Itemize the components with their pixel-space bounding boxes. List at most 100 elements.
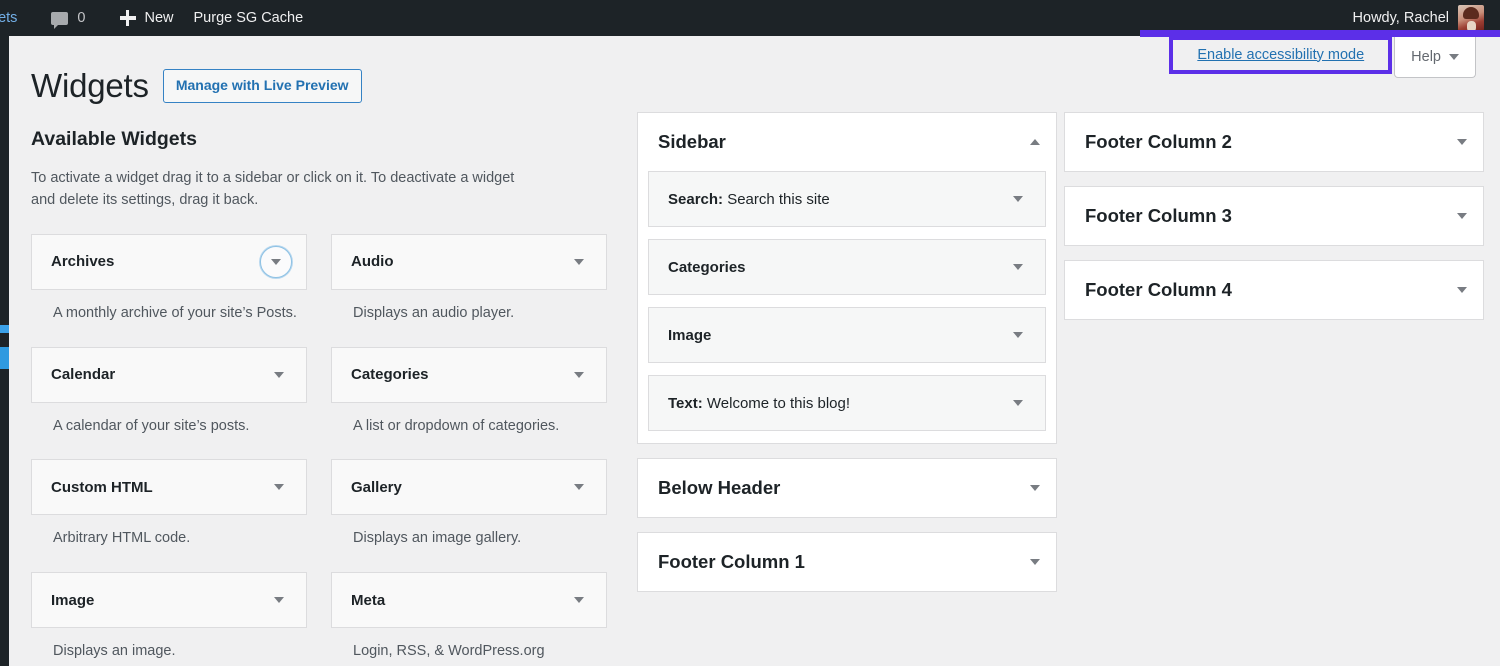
chevron-down-icon[interactable] bbox=[1457, 287, 1467, 293]
widget-expand-toggle[interactable] bbox=[266, 474, 292, 500]
chevron-down-icon bbox=[274, 484, 284, 491]
available-widget-name: Meta bbox=[351, 591, 386, 609]
sidebar-widget-label: Search: Search this site bbox=[668, 190, 830, 208]
available-widget-description: A calendar of your site’s posts. bbox=[53, 417, 250, 434]
adminbar-new-label: New bbox=[144, 10, 174, 26]
sidebar-panel-header[interactable]: Footer Column 4 bbox=[1065, 261, 1483, 319]
sidebar-panel-sidebar: Sidebar Search: Search this site Categorie… bbox=[637, 112, 1057, 444]
widget-expand-toggle[interactable] bbox=[260, 245, 292, 278]
sidebar-panel-footer-column-1: Footer Column 1 bbox=[637, 532, 1057, 592]
sidebar-widget-expand-toggle[interactable] bbox=[1007, 324, 1029, 346]
sidebar-panels-middle-column: Sidebar Search: Search this site Categorie… bbox=[637, 112, 1057, 606]
available-widget-custom-html[interactable]: Custom HTML bbox=[31, 459, 307, 516]
chevron-down-icon[interactable] bbox=[1030, 485, 1040, 491]
sidebar-widget-search[interactable]: Search: Search this site bbox=[648, 171, 1046, 227]
available-widget-name: Gallery bbox=[351, 478, 402, 496]
manage-with-live-preview-button[interactable]: Manage with Live Preview bbox=[162, 68, 362, 103]
menu-accent-upper bbox=[0, 325, 9, 333]
adminbar-site-name-label: gets bbox=[0, 10, 18, 26]
enable-accessibility-mode-link[interactable]: Enable accessibility mode bbox=[1197, 47, 1364, 63]
chevron-down-icon bbox=[271, 258, 281, 265]
sidebar-panel-body: Search: Search this site Categories Image T… bbox=[638, 171, 1056, 443]
available-widget-name: Archives bbox=[51, 253, 115, 271]
available-widget-image[interactable]: Image bbox=[31, 572, 307, 629]
sidebar-panel-title: Footer Column 3 bbox=[1085, 204, 1232, 226]
sidebar-widget-text[interactable]: Text: Welcome to this blog! bbox=[648, 375, 1046, 431]
sidebar-widget-expand-toggle[interactable] bbox=[1007, 188, 1029, 210]
sidebar-panel-footer-column-4: Footer Column 4 bbox=[1064, 260, 1484, 320]
available-widget-cell: Gallery Displays an image gallery. bbox=[331, 459, 607, 550]
sidebar-panel-title: Sidebar bbox=[658, 130, 726, 152]
chevron-down-icon bbox=[1449, 53, 1459, 60]
available-widget-cell: Meta Login, RSS, & WordPress.org bbox=[331, 572, 607, 663]
chevron-down-icon bbox=[574, 258, 584, 265]
available-widget-cell: Calendar A calendar of your site’s posts. bbox=[31, 346, 307, 438]
available-widget-calendar[interactable]: Calendar bbox=[31, 346, 307, 403]
adminbar-purge-sg-cache[interactable]: Purge SG Cache bbox=[184, 0, 314, 36]
chevron-down-icon[interactable] bbox=[1030, 559, 1040, 565]
widget-expand-toggle[interactable] bbox=[566, 474, 592, 500]
page-title: Widgets bbox=[31, 67, 149, 104]
chevron-down-icon bbox=[274, 371, 284, 378]
available-widget-meta[interactable]: Meta bbox=[331, 572, 607, 629]
available-widget-gallery[interactable]: Gallery bbox=[331, 459, 607, 516]
available-widget-cell: Image Displays an image. bbox=[31, 572, 307, 663]
chevron-down-icon[interactable] bbox=[1457, 213, 1467, 219]
comment-bubble-icon bbox=[51, 11, 69, 29]
available-widgets-heading: Available Widgets bbox=[31, 128, 197, 150]
chevron-down-icon bbox=[574, 597, 584, 604]
sidebar-panel-header[interactable]: Sidebar bbox=[638, 113, 1056, 171]
adminbar-my-account[interactable]: Howdy, Rachel bbox=[1345, 5, 1492, 31]
sidebar-panel-header[interactable]: Footer Column 1 bbox=[638, 533, 1056, 591]
sidebar-panel-header[interactable]: Footer Column 2 bbox=[1065, 113, 1483, 171]
available-widget-description: Arbitrary HTML code. bbox=[53, 530, 191, 547]
admin-menu-edge[interactable] bbox=[0, 36, 9, 666]
adminbar-site-name[interactable]: gets bbox=[0, 0, 27, 36]
available-widgets-column: Available Widgets To activate a widget d… bbox=[31, 128, 611, 666]
help-tab-label: Help bbox=[1411, 48, 1441, 65]
sidebar-widget-expand-toggle[interactable] bbox=[1007, 392, 1029, 414]
help-tab-button[interactable]: Help bbox=[1394, 36, 1476, 78]
sidebar-widget-label: Image bbox=[668, 326, 712, 344]
available-widget-categories[interactable]: Categories bbox=[331, 346, 607, 403]
available-widget-cell: Categories A list or dropdown of categori… bbox=[331, 346, 607, 438]
sidebar-widget-label: Categories bbox=[668, 258, 746, 276]
chevron-down-icon bbox=[1013, 332, 1023, 338]
sidebar-panel-title: Footer Column 4 bbox=[1085, 278, 1232, 300]
chevron-down-icon[interactable] bbox=[1457, 139, 1467, 145]
widget-expand-toggle[interactable] bbox=[566, 362, 592, 388]
content-area: Enable accessibility mode Help Widgets M… bbox=[9, 36, 1500, 666]
screen-meta-links: Enable accessibility mode Help bbox=[1169, 36, 1476, 78]
available-widget-cell: Archives A monthly archive of your site’s… bbox=[31, 233, 307, 325]
sidebar-panel-header[interactable]: Footer Column 3 bbox=[1065, 187, 1483, 245]
sidebar-widget-categories[interactable]: Categories bbox=[648, 239, 1046, 295]
sidebar-widget-image[interactable]: Image bbox=[648, 307, 1046, 363]
sidebar-widget-expand-toggle[interactable] bbox=[1007, 256, 1029, 278]
available-widget-audio[interactable]: Audio bbox=[331, 233, 607, 290]
accessibility-mode-highlight: Enable accessibility mode bbox=[1169, 36, 1393, 74]
widget-expand-toggle[interactable] bbox=[266, 362, 292, 388]
chevron-up-icon[interactable] bbox=[1030, 139, 1040, 145]
sidebar-panel-title: Footer Column 1 bbox=[658, 550, 805, 572]
widget-expand-toggle[interactable] bbox=[566, 587, 592, 613]
available-widget-cell: Audio Displays an audio player. bbox=[331, 233, 607, 325]
chevron-down-icon bbox=[1013, 264, 1023, 270]
chevron-down-icon bbox=[1013, 196, 1023, 202]
chevron-down-icon bbox=[574, 371, 584, 378]
widget-expand-toggle[interactable] bbox=[566, 249, 592, 275]
available-widget-archives[interactable]: Archives bbox=[31, 233, 307, 290]
adminbar-comments[interactable]: 0 bbox=[41, 0, 95, 36]
sidebar-panel-title: Below Header bbox=[658, 476, 781, 498]
sidebar-panel-header[interactable]: Below Header bbox=[638, 459, 1056, 517]
available-widget-description: Displays an audio player. bbox=[353, 304, 515, 321]
adminbar-new-content[interactable]: New bbox=[110, 0, 184, 36]
sidebar-panel-footer-column-3: Footer Column 3 bbox=[1064, 186, 1484, 246]
menu-accent-lower bbox=[0, 347, 9, 369]
widget-expand-toggle[interactable] bbox=[266, 587, 292, 613]
sidebar-panel-title: Footer Column 2 bbox=[1085, 130, 1232, 152]
sidebar-widget-label: Text: Welcome to this blog! bbox=[668, 394, 851, 412]
available-widget-cell: Custom HTML Arbitrary HTML code. bbox=[31, 459, 307, 550]
chevron-down-icon bbox=[1013, 400, 1023, 406]
available-widget-name: Audio bbox=[351, 253, 394, 271]
available-widget-name: Image bbox=[51, 591, 95, 609]
